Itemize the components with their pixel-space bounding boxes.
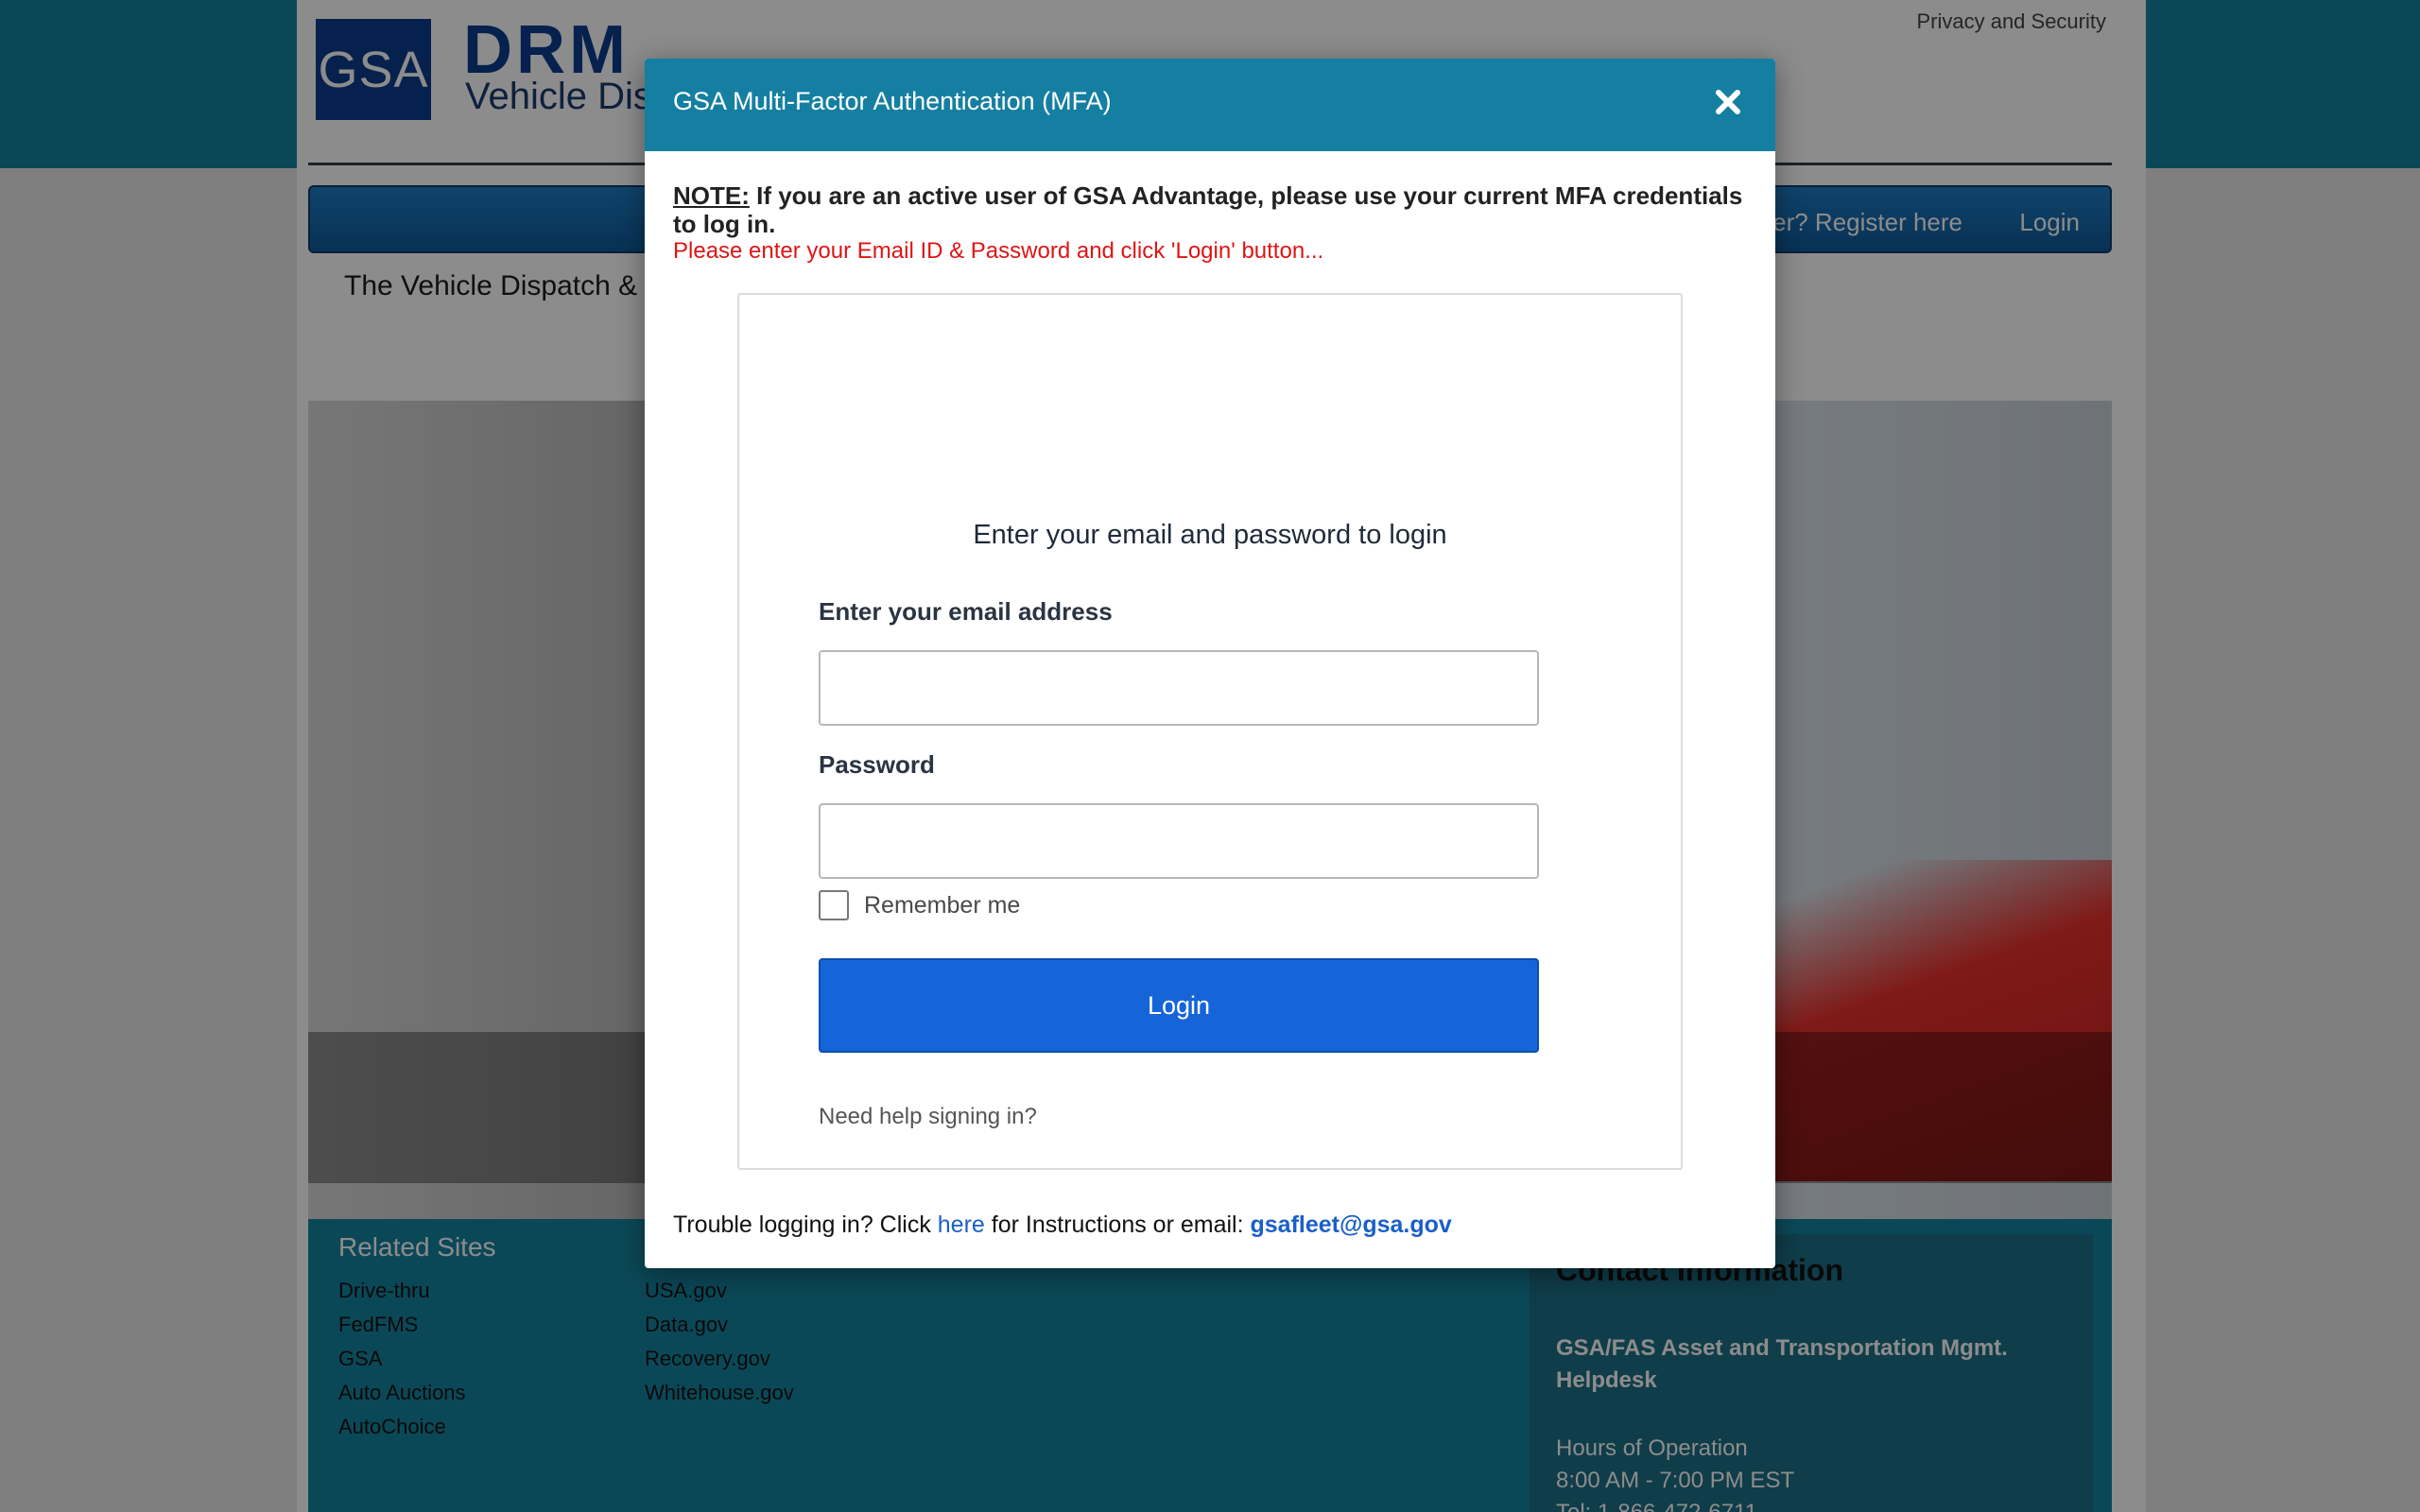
close-icon[interactable] bbox=[1709, 83, 1747, 121]
email-field[interactable] bbox=[819, 650, 1539, 726]
trouble-prefix: Trouble logging in? Click bbox=[673, 1211, 938, 1238]
note-label: NOTE: bbox=[673, 181, 750, 210]
password-label: Password bbox=[819, 750, 935, 779]
mfa-modal: GSA Multi-Factor Authentication (MFA) NO… bbox=[645, 59, 1775, 1268]
login-heading: Enter your email and password to login bbox=[973, 520, 1447, 550]
login-instruction: Please enter your Email ID & Password an… bbox=[673, 238, 1324, 264]
remember-me-checkbox[interactable] bbox=[819, 890, 849, 920]
trouble-middle: for Instructions or email: bbox=[984, 1211, 1251, 1238]
remember-me-label: Remember me bbox=[864, 891, 1021, 919]
login-button[interactable]: Login bbox=[819, 958, 1539, 1053]
remember-me-row[interactable]: Remember me bbox=[819, 890, 1020, 920]
help-signing-in-link[interactable]: Need help signing in? bbox=[819, 1104, 1037, 1130]
support-email-link[interactable]: gsafleet@gsa.gov bbox=[1250, 1211, 1451, 1238]
trouble-line: Trouble logging in? Click here for Instr… bbox=[673, 1211, 1452, 1239]
password-field[interactable] bbox=[819, 803, 1539, 879]
modal-title: GSA Multi-Factor Authentication (MFA) bbox=[673, 87, 1112, 115]
mfa-note: NOTE: If you are an active user of GSA A… bbox=[673, 181, 1751, 238]
modal-header: GSA Multi-Factor Authentication (MFA) bbox=[645, 59, 1775, 151]
login-card: Enter your email and password to login E… bbox=[737, 293, 1683, 1170]
instructions-link[interactable]: here bbox=[938, 1211, 985, 1238]
email-label: Enter your email address bbox=[819, 597, 1113, 626]
note-text: If you are an active user of GSA Advanta… bbox=[673, 181, 1743, 238]
